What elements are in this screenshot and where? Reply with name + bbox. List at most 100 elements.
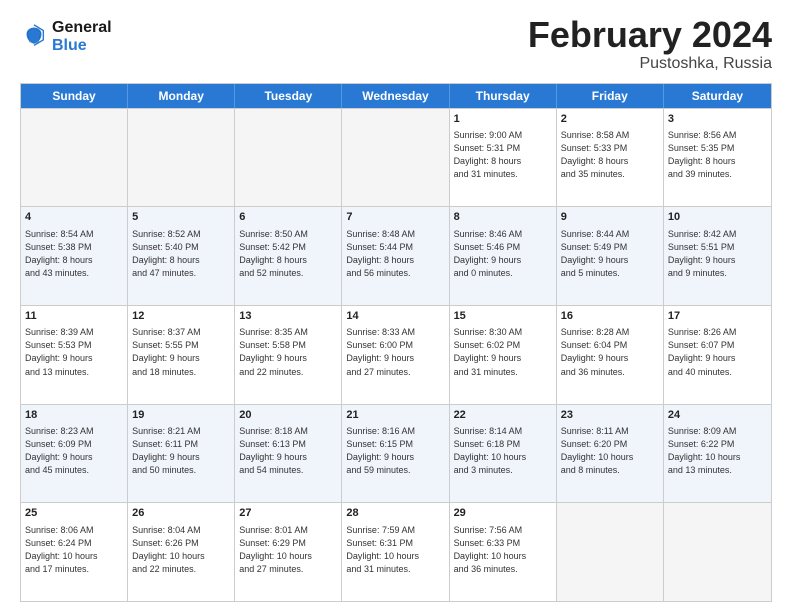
day-number: 2: [561, 112, 659, 127]
calendar-cell: 25 Sunrise: 8:06 AMSunset: 6:24 PMDayligh…: [21, 503, 128, 601]
day-info: Sunrise: 8:21 AMSunset: 6:11 PMDaylight:…: [132, 425, 230, 477]
day-info: Sunrise: 8:52 AMSunset: 5:40 PMDaylight:…: [132, 228, 230, 280]
calendar-cell: 22 Sunrise: 8:14 AMSunset: 6:18 PMDayligh…: [450, 405, 557, 503]
calendar-header: SundayMondayTuesdayWednesdayThursdayFrid…: [21, 84, 771, 108]
calendar-cell: 11Sunrise: 8:39 AMSunset: 5:53 PMDayligh…: [21, 306, 128, 404]
calendar-cell: 9 Sunrise: 8:44 AMSunset: 5:49 PMDaylight…: [557, 207, 664, 305]
calendar: SundayMondayTuesdayWednesdayThursdayFrid…: [20, 83, 772, 602]
day-number: 29: [454, 506, 552, 521]
day-number: 9: [561, 210, 659, 225]
day-info: Sunrise: 8:23 AMSunset: 6:09 PMDaylight:…: [25, 425, 123, 477]
day-number: 15: [454, 309, 552, 324]
day-number: 16: [561, 309, 659, 324]
day-info: Sunrise: 8:04 AMSunset: 6:26 PMDaylight:…: [132, 524, 230, 576]
day-info: Sunrise: 8:46 AMSunset: 5:46 PMDaylight:…: [454, 228, 552, 280]
day-info: Sunrise: 8:37 AMSunset: 5:55 PMDaylight:…: [132, 326, 230, 378]
header-day-friday: Friday: [557, 84, 664, 108]
header-day-monday: Monday: [128, 84, 235, 108]
day-info: Sunrise: 8:26 AMSunset: 6:07 PMDaylight:…: [668, 326, 767, 378]
calendar-cell: 17 Sunrise: 8:26 AMSunset: 6:07 PMDayligh…: [664, 306, 771, 404]
calendar-week-4: 18 Sunrise: 8:23 AMSunset: 6:09 PMDayligh…: [21, 404, 771, 503]
calendar-cell: 18 Sunrise: 8:23 AMSunset: 6:09 PMDayligh…: [21, 405, 128, 503]
day-info: Sunrise: 8:58 AMSunset: 5:33 PMDaylight:…: [561, 129, 659, 181]
calendar-cell: 15 Sunrise: 8:30 AMSunset: 6:02 PMDayligh…: [450, 306, 557, 404]
day-number: 1: [454, 112, 552, 127]
calendar-cell: 7 Sunrise: 8:48 AMSunset: 5:44 PMDaylight…: [342, 207, 449, 305]
day-number: 23: [561, 408, 659, 423]
month-title: February 2024: [528, 15, 772, 55]
day-number: 17: [668, 309, 767, 324]
day-info: Sunrise: 8:35 AMSunset: 5:58 PMDaylight:…: [239, 326, 337, 378]
day-info: Sunrise: 8:48 AMSunset: 5:44 PMDaylight:…: [346, 228, 444, 280]
calendar-cell: 21Sunrise: 8:16 AMSunset: 6:15 PMDayligh…: [342, 405, 449, 503]
calendar-cell: 27 Sunrise: 8:01 AMSunset: 6:29 PMDayligh…: [235, 503, 342, 601]
day-info: Sunrise: 8:28 AMSunset: 6:04 PMDaylight:…: [561, 326, 659, 378]
day-info: Sunrise: 8:01 AMSunset: 6:29 PMDaylight:…: [239, 524, 337, 576]
logo: General Blue: [20, 19, 112, 56]
day-info: Sunrise: 8:42 AMSunset: 5:51 PMDaylight:…: [668, 228, 767, 280]
header-day-saturday: Saturday: [664, 84, 771, 108]
day-number: 11: [25, 309, 123, 324]
day-number: 5: [132, 210, 230, 225]
day-info: Sunrise: 8:06 AMSunset: 6:24 PMDaylight:…: [25, 524, 123, 576]
calendar-cell: 16 Sunrise: 8:28 AMSunset: 6:04 PMDayligh…: [557, 306, 664, 404]
day-number: 22: [454, 408, 552, 423]
day-info: Sunrise: 8:18 AMSunset: 6:13 PMDaylight:…: [239, 425, 337, 477]
day-info: Sunrise: 7:56 AMSunset: 6:33 PMDaylight:…: [454, 524, 552, 576]
calendar-week-3: 11Sunrise: 8:39 AMSunset: 5:53 PMDayligh…: [21, 305, 771, 404]
logo-line2: Blue: [52, 37, 112, 55]
location-subtitle: Pustoshka, Russia: [528, 55, 772, 73]
day-number: 25: [25, 506, 123, 521]
day-number: 28: [346, 506, 444, 521]
calendar-cell: 26 Sunrise: 8:04 AMSunset: 6:26 PMDayligh…: [128, 503, 235, 601]
day-number: 21: [346, 408, 444, 423]
calendar-cell: [664, 503, 771, 601]
calendar-cell: 29 Sunrise: 7:56 AMSunset: 6:33 PMDayligh…: [450, 503, 557, 601]
calendar-cell: 5 Sunrise: 8:52 AMSunset: 5:40 PMDaylight…: [128, 207, 235, 305]
header-day-thursday: Thursday: [450, 84, 557, 108]
calendar-cell: [21, 109, 128, 207]
day-info: Sunrise: 9:00 AMSunset: 5:31 PMDaylight:…: [454, 129, 552, 181]
day-number: 27: [239, 506, 337, 521]
logo-icon: [20, 23, 48, 51]
calendar-week-5: 25 Sunrise: 8:06 AMSunset: 6:24 PMDayligh…: [21, 502, 771, 601]
day-info: Sunrise: 8:44 AMSunset: 5:49 PMDaylight:…: [561, 228, 659, 280]
day-info: Sunrise: 8:30 AMSunset: 6:02 PMDaylight:…: [454, 326, 552, 378]
day-info: Sunrise: 7:59 AMSunset: 6:31 PMDaylight:…: [346, 524, 444, 576]
calendar-cell: [235, 109, 342, 207]
calendar-cell: 4 Sunrise: 8:54 AMSunset: 5:38 PMDaylight…: [21, 207, 128, 305]
day-info: Sunrise: 8:14 AMSunset: 6:18 PMDaylight:…: [454, 425, 552, 477]
calendar-cell: [557, 503, 664, 601]
day-number: 8: [454, 210, 552, 225]
title-area: February 2024 Pustoshka, Russia: [528, 15, 772, 73]
header-day-sunday: Sunday: [21, 84, 128, 108]
day-number: 14: [346, 309, 444, 324]
day-info: Sunrise: 8:33 AMSunset: 6:00 PMDaylight:…: [346, 326, 444, 378]
day-info: Sunrise: 8:11 AMSunset: 6:20 PMDaylight:…: [561, 425, 659, 477]
day-info: Sunrise: 8:50 AMSunset: 5:42 PMDaylight:…: [239, 228, 337, 280]
day-number: 12: [132, 309, 230, 324]
day-number: 4: [25, 210, 123, 225]
day-number: 26: [132, 506, 230, 521]
calendar-cell: 3Sunrise: 8:56 AMSunset: 5:35 PMDaylight…: [664, 109, 771, 207]
day-number: 20: [239, 408, 337, 423]
logo-line1: General: [52, 19, 112, 37]
header-day-wednesday: Wednesday: [342, 84, 449, 108]
calendar-week-1: 1 Sunrise: 9:00 AMSunset: 5:31 PMDaylight…: [21, 108, 771, 207]
day-number: 18: [25, 408, 123, 423]
page: General Blue February 2024 Pustoshka, Ru…: [0, 0, 792, 612]
calendar-cell: 12 Sunrise: 8:37 AMSunset: 5:55 PMDayligh…: [128, 306, 235, 404]
day-number: 10: [668, 210, 767, 225]
calendar-cell: 28 Sunrise: 7:59 AMSunset: 6:31 PMDayligh…: [342, 503, 449, 601]
day-number: 3: [668, 112, 767, 127]
day-info: Sunrise: 8:54 AMSunset: 5:38 PMDaylight:…: [25, 228, 123, 280]
calendar-cell: 13Sunrise: 8:35 AMSunset: 5:58 PMDayligh…: [235, 306, 342, 404]
calendar-cell: 10 Sunrise: 8:42 AMSunset: 5:51 PMDayligh…: [664, 207, 771, 305]
day-number: 7: [346, 210, 444, 225]
calendar-cell: 24Sunrise: 8:09 AMSunset: 6:22 PMDayligh…: [664, 405, 771, 503]
day-number: 19: [132, 408, 230, 423]
calendar-cell: 23 Sunrise: 8:11 AMSunset: 6:20 PMDayligh…: [557, 405, 664, 503]
calendar-body: 1 Sunrise: 9:00 AMSunset: 5:31 PMDaylight…: [21, 108, 771, 601]
calendar-cell: 19 Sunrise: 8:21 AMSunset: 6:11 PMDayligh…: [128, 405, 235, 503]
calendar-cell: 2 Sunrise: 8:58 AMSunset: 5:33 PMDaylight…: [557, 109, 664, 207]
